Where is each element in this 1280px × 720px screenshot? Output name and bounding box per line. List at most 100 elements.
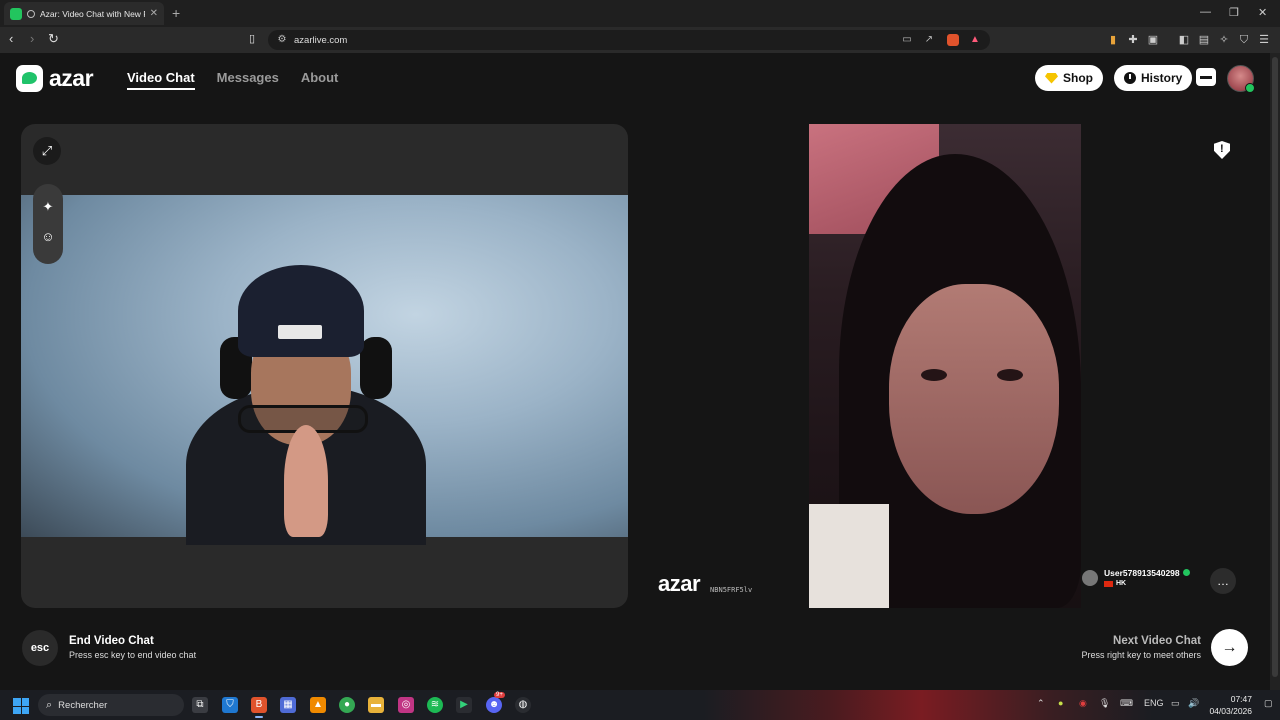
- azar-page: azar Video Chat Messages About Shop Hist…: [0, 53, 1270, 690]
- peer-info[interactable]: User578913540298 HK: [1082, 568, 1190, 587]
- self-video-panel: ⤢ ✦ ☺: [21, 124, 628, 608]
- report-icon[interactable]: [1214, 141, 1230, 159]
- media-player-icon[interactable]: ▶: [456, 697, 472, 713]
- bookmark-icon[interactable]: ▯: [249, 32, 255, 46]
- chrome-icon[interactable]: ●: [339, 697, 355, 713]
- keyboard-icon[interactable]: ⌨: [1120, 698, 1133, 709]
- brave-taskbar-icon[interactable]: B: [251, 697, 267, 718]
- page-scrollbar[interactable]: [1270, 53, 1280, 690]
- brave-shield-icon[interactable]: [947, 34, 959, 46]
- watermark-code: NBN5FRF5lv: [710, 586, 753, 594]
- audio-playing-icon[interactable]: [27, 9, 35, 18]
- browser-tab-bar: Azar: Video Chat with New Pe ✕ + — ❐ ✕: [0, 0, 1280, 27]
- extension-lock-icon[interactable]: ▮: [1106, 33, 1120, 47]
- spotify-icon[interactable]: ≋: [427, 697, 443, 713]
- peer-country: HK: [1116, 580, 1127, 587]
- self-video-feed: [21, 195, 628, 545]
- leo-ai-icon[interactable]: ✧: [1217, 33, 1231, 47]
- menu-icon[interactable]: ☰: [1257, 33, 1271, 47]
- new-tab-button[interactable]: +: [172, 5, 180, 21]
- app-icon[interactable]: ◍: [515, 697, 531, 713]
- gem-icon: [1045, 72, 1058, 84]
- end-video-chat[interactable]: End Video Chat Press esc key to end vide…: [69, 635, 196, 660]
- site-info-icon[interactable]: ⚙: [276, 34, 288, 46]
- network-icon[interactable]: ▭: [1171, 698, 1180, 709]
- windows-taskbar: ⌕ Rechercher ⧉ ⛉ B ▦ ▲ ● ▬ ◎ ≋ ▶ ☻ 9+ ◍ …: [0, 690, 1280, 720]
- azar-logo-icon: [16, 65, 43, 92]
- next-hint: Press right key to meet others: [1081, 650, 1201, 660]
- tab-title: Azar: Video Chat with New Pe: [40, 8, 145, 19]
- brave-rewards-icon[interactable]: ▲: [969, 34, 981, 46]
- reload-icon[interactable]: ↻: [48, 32, 59, 46]
- vlc-icon[interactable]: ▲: [310, 697, 326, 713]
- tray-app2-icon[interactable]: ◉: [1079, 698, 1087, 709]
- watermark-logo: azar: [658, 571, 701, 596]
- minimize-button[interactable]: —: [1200, 6, 1211, 18]
- forward-icon[interactable]: ›: [30, 32, 34, 46]
- back-icon[interactable]: ‹: [9, 32, 13, 46]
- nav-video-chat[interactable]: Video Chat: [127, 70, 195, 90]
- online-status-dot: [1245, 83, 1255, 93]
- peer-avatar: [1082, 569, 1098, 586]
- search-text: Rechercher: [58, 699, 108, 711]
- store-icon[interactable]: ▦: [280, 697, 296, 713]
- file-explorer-icon[interactable]: ▬: [368, 697, 384, 713]
- browser-toolbar: ‹ › ↻ ▯ ⚙ azarlive.com ▭ ↗ ▲ ▮ ✚ ▣ ◧ ▤ ✧…: [0, 27, 1280, 53]
- taskbar-clock[interactable]: 07:47 04/03/2026: [1208, 693, 1252, 717]
- tab-search-icon[interactable]: ▣: [1146, 33, 1160, 47]
- sidebar-icon[interactable]: ◧: [1177, 33, 1191, 47]
- inbox-icon[interactable]: [1196, 68, 1216, 86]
- discord-icon[interactable]: ☻: [486, 697, 502, 713]
- tray-overflow-icon[interactable]: ⌃: [1037, 698, 1045, 709]
- shop-label: Shop: [1063, 71, 1093, 85]
- restore-button[interactable]: ❐: [1229, 6, 1239, 19]
- hk-flag-icon: [1104, 580, 1113, 587]
- profile-avatar[interactable]: [1227, 65, 1255, 93]
- language-indicator[interactable]: ENG: [1144, 698, 1164, 708]
- clock-date: 04/03/2026: [1209, 706, 1252, 716]
- remote-video-feed: [809, 124, 1081, 608]
- shop-button[interactable]: Shop: [1035, 65, 1103, 91]
- close-tab-icon[interactable]: ✕: [150, 8, 158, 19]
- next-video-chat[interactable]: Next Video Chat Press right key to meet …: [1081, 635, 1201, 660]
- windows-start-icon[interactable]: [13, 698, 29, 714]
- end-title: End Video Chat: [69, 635, 154, 647]
- close-window-button[interactable]: ✕: [1258, 6, 1267, 19]
- tray-app-icon[interactable]: ●: [1058, 698, 1063, 708]
- verified-badge-icon: [1182, 569, 1190, 576]
- volume-icon[interactable]: 🔊: [1188, 698, 1199, 709]
- search-icon: ⌕: [46, 698, 53, 711]
- instagram-icon[interactable]: ◎: [398, 697, 414, 713]
- next-title: Next Video Chat: [1113, 635, 1201, 647]
- chat-bubble-icon[interactable]: …: [1210, 568, 1236, 594]
- extensions-icon[interactable]: ✚: [1126, 33, 1140, 47]
- sticker-icon[interactable]: ☺: [33, 222, 63, 252]
- expand-icon[interactable]: ⤢: [33, 137, 61, 165]
- taskbar-search[interactable]: ⌕ Rechercher: [38, 694, 184, 716]
- azar-watermark: azar NBN5FRF5lv: [658, 571, 752, 597]
- discord-badge: 9+: [494, 692, 505, 698]
- esc-button[interactable]: esc: [22, 630, 58, 666]
- notification-icon[interactable]: ▢: [1264, 698, 1273, 709]
- share-icon[interactable]: ↗: [923, 34, 935, 46]
- main-nav: Video Chat Messages About: [127, 70, 338, 90]
- magic-effects-icon[interactable]: ✦: [33, 192, 63, 222]
- next-arrow-button[interactable]: →: [1211, 629, 1248, 666]
- nav-messages[interactable]: Messages: [217, 70, 279, 90]
- address-bar[interactable]: ⚙ azarlive.com ▭ ↗ ▲: [268, 30, 990, 50]
- cast-icon[interactable]: ▭: [901, 34, 913, 46]
- effects-toolbar: ✦ ☺: [33, 184, 63, 264]
- azar-logo[interactable]: azar: [16, 65, 94, 92]
- nav-about[interactable]: About: [301, 70, 339, 90]
- task-view-icon[interactable]: ⧉: [192, 697, 208, 713]
- vpn-icon[interactable]: ⛉: [1237, 33, 1251, 47]
- browser-tab[interactable]: Azar: Video Chat with New Pe ✕: [4, 2, 164, 25]
- clock-icon: [1124, 72, 1136, 84]
- wallet-icon[interactable]: ▤: [1197, 33, 1211, 47]
- clock-time: 07:47: [1230, 694, 1252, 704]
- history-button[interactable]: History: [1114, 65, 1193, 91]
- defender-icon[interactable]: ⛉: [222, 697, 238, 713]
- azar-favicon-icon: [10, 7, 22, 20]
- history-label: History: [1141, 71, 1183, 85]
- microphone-icon[interactable]: 🎙: [1099, 698, 1110, 709]
